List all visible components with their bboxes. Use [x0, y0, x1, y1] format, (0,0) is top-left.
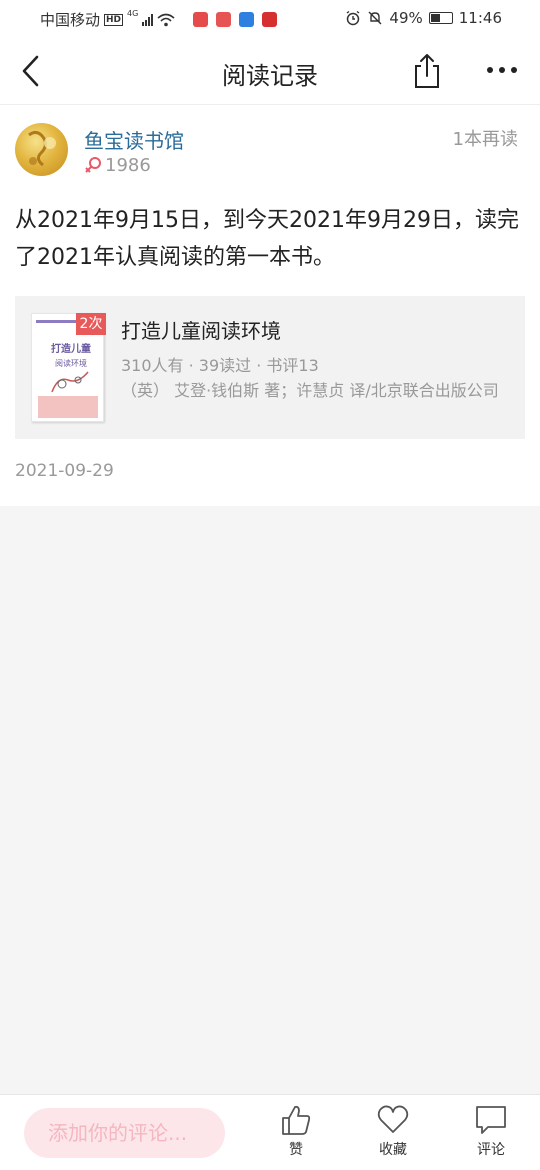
favorite-label: 收藏	[379, 1142, 407, 1158]
comment-input[interactable]: 添加你的评论...	[24, 1108, 225, 1158]
reading-record-card: 鱼宝读书馆 1986 1本再读 从2021年9月15日，到今天2021年9月29…	[0, 105, 540, 506]
app-notification-icon	[216, 12, 232, 27]
network-type: 4G	[127, 9, 139, 18]
reread-count: 1本再读	[452, 129, 518, 150]
more-button[interactable]	[482, 60, 522, 80]
book-title: 打造儿童阅读环境	[121, 319, 281, 343]
like-button[interactable]: 赞	[266, 1103, 326, 1159]
book-stats: 310人有 · 39读过 · 书评13	[121, 356, 319, 375]
username[interactable]: 鱼宝读书馆	[84, 125, 184, 154]
post-text: 从2021年9月15日，到今天2021年9月29日，读完了2021年认真阅读的第…	[15, 208, 519, 270]
page-title: 阅读记录	[222, 62, 318, 90]
speech-bubble-icon	[476, 1106, 506, 1134]
comment-label: 评论	[477, 1142, 505, 1158]
mute-bell-icon	[368, 11, 382, 25]
share-button[interactable]	[410, 52, 444, 90]
like-label: 赞	[289, 1142, 303, 1158]
battery-icon	[428, 12, 453, 24]
carrier-label: 中国移动	[40, 11, 101, 29]
favorite-button[interactable]: 收藏	[363, 1103, 423, 1159]
battery-percent: 49%	[389, 9, 423, 27]
heart-icon	[377, 1105, 409, 1133]
alarm-icon	[347, 10, 360, 26]
signal-icon	[142, 13, 154, 26]
post-date: 2021-09-29	[15, 461, 114, 481]
app-notification-icon	[239, 12, 255, 27]
book-card[interactable]: 打造儿童 阅读环境 2次 打造儿童阅读环境 310人有 · 39读过 · 书评1…	[15, 296, 525, 439]
avatar-image	[28, 130, 56, 167]
thumbs-up-icon	[282, 1105, 311, 1135]
app-notification-icon	[193, 12, 209, 27]
app-notification-icon	[262, 12, 278, 27]
book-author: （英） 艾登·钱伯斯 著；许慧贞 译/北京联合出版公司	[121, 381, 499, 400]
hd-badge: HD	[104, 13, 124, 26]
cover-band	[38, 396, 98, 418]
nav-bar: 阅读记录	[0, 38, 540, 105]
avatar[interactable]	[15, 123, 68, 176]
cover-illustration	[51, 371, 89, 393]
read-count-badge: 2次	[76, 313, 106, 335]
wifi-icon	[157, 13, 175, 26]
status-bar: 中国移动 HD 4G 49% 11:46	[0, 0, 540, 38]
female-icon	[85, 157, 101, 173]
cover-title: 打造儿童	[51, 344, 91, 355]
birth-year: 1986	[105, 155, 151, 176]
clock: 11:46	[458, 9, 502, 27]
bottom-action-bar: 添加你的评论... 赞 收藏 评论	[0, 1094, 540, 1170]
comment-button[interactable]: 评论	[461, 1103, 521, 1159]
